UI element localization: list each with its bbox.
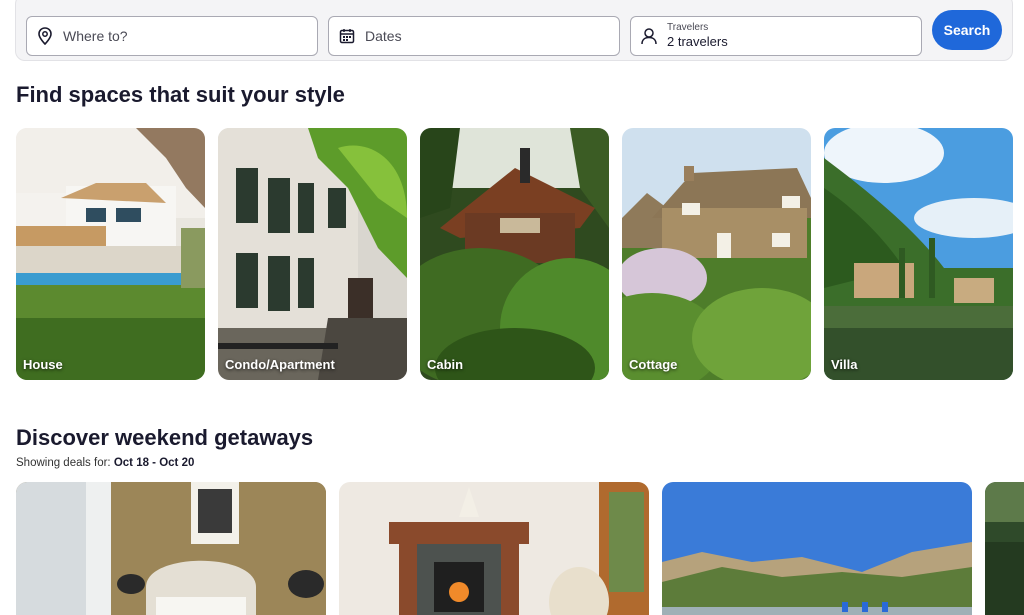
getaway-card-3[interactable] [662, 482, 972, 615]
getaways-section-title: Discover weekend getaways [16, 425, 314, 450]
getaway-card-4[interactable] [985, 482, 1024, 615]
style-card-condo[interactable]: Condo/Apartment [218, 128, 407, 380]
cottage-image [622, 128, 811, 380]
style-card-villa[interactable]: Villa [824, 128, 1013, 380]
search-button[interactable]: Search [932, 10, 1002, 50]
map-pin-icon [27, 27, 63, 45]
condo-image [218, 128, 407, 380]
lake-image [662, 482, 972, 615]
getaway-card-1[interactable] [16, 482, 326, 615]
deals-prefix: Showing deals for: [16, 457, 111, 469]
style-card-cottage[interactable]: Cottage [622, 128, 811, 380]
forest-image [985, 482, 1024, 615]
style-card-label: House [23, 357, 63, 372]
travelers-value: 2 travelers [667, 34, 728, 50]
hotel-room-image [16, 482, 326, 615]
destination-input[interactable]: Where to? [26, 16, 318, 56]
style-card-cabin[interactable]: Cabin [420, 128, 609, 380]
dates-placeholder: Dates [365, 28, 402, 44]
style-card-label: Villa [831, 357, 858, 372]
deals-dates: Oct 18 - Oct 20 [113, 457, 195, 469]
style-card-house[interactable]: House [16, 128, 205, 380]
deals-dates-text: Showing deals for: Oct 18 - Oct 20 [16, 457, 194, 469]
style-card-label: Condo/Apartment [225, 357, 335, 372]
house-image [16, 128, 205, 380]
person-icon [631, 27, 667, 45]
living-room-image [339, 482, 649, 615]
calendar-icon [329, 28, 365, 44]
style-card-label: Cottage [629, 357, 678, 372]
style-section-title: Find spaces that suit your style [16, 82, 345, 107]
style-card-label: Cabin [427, 357, 464, 372]
travelers-text: Travelers 2 travelers [667, 22, 728, 50]
destination-placeholder: Where to? [63, 28, 128, 44]
travelers-label: Travelers [667, 22, 709, 34]
cabin-image [420, 128, 609, 380]
travelers-input[interactable]: Travelers 2 travelers [630, 16, 922, 56]
getaway-card-2[interactable] [339, 482, 649, 615]
dates-input[interactable]: Dates [328, 16, 620, 56]
villa-image [824, 128, 1013, 380]
